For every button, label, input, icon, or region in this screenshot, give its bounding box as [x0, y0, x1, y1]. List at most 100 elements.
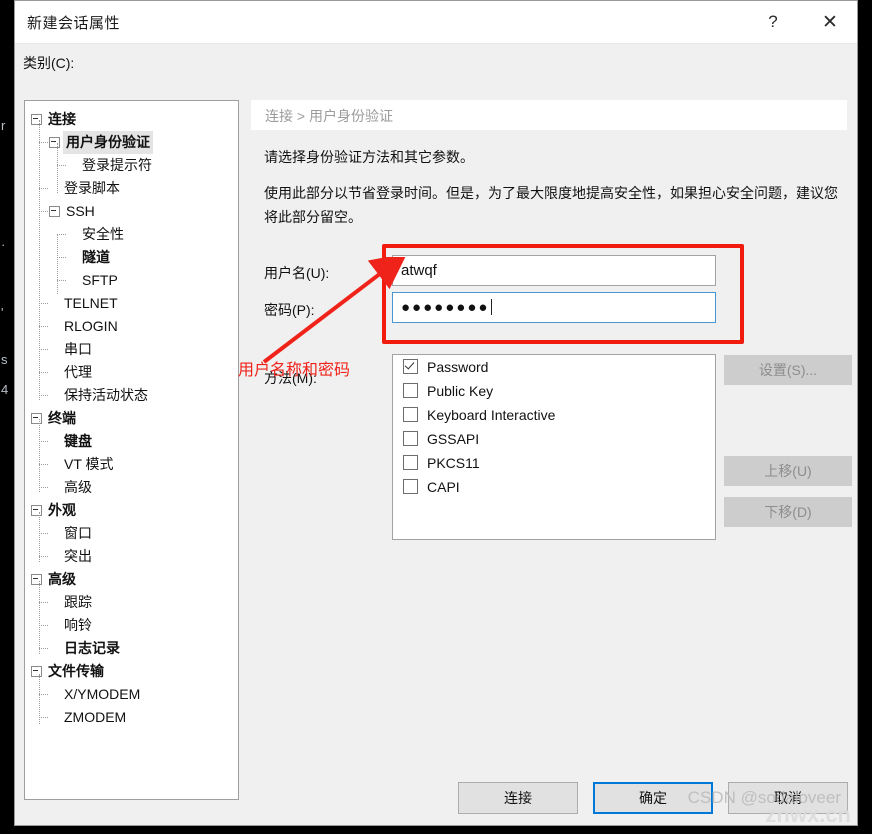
password-input[interactable]: ●●●●●●●● — [392, 292, 716, 323]
tree-guide-line — [57, 143, 58, 193]
tree-connector — [39, 441, 48, 442]
desktop-left-edge: r · ' s 4 — [0, 0, 14, 834]
auth-method-list[interactable]: Password Public Key Keyboard Interactive GS… — [392, 354, 716, 540]
tree-item[interactable]: 连接 — [25, 108, 238, 131]
password-label: 密码(P): — [264, 302, 315, 318]
checkbox-icon[interactable] — [403, 431, 418, 446]
auth-method-row[interactable]: Keyboard Interactive — [393, 403, 715, 427]
tree-expander-icon[interactable] — [31, 505, 42, 516]
tree-item[interactable]: 跟踪 — [25, 591, 238, 614]
tree-connector — [39, 533, 48, 534]
tree-item[interactable]: VT 模式 — [25, 453, 238, 476]
tree-item[interactable]: 外观 — [25, 499, 238, 522]
tree-item[interactable]: 文件传输 — [25, 660, 238, 683]
category-tree-panel[interactable]: 连接 用户身份验证 登录提示符 登录脚本 SSH 安全性 隧道 SFTP TELNET RLOGI… — [24, 100, 239, 800]
session-properties-dialog: 新建会话属性 ? ✕ 类别(C): 连接 用户身份验证 登录提示符 登录脚本 SSH 安全… — [14, 0, 858, 826]
tree-expander-icon[interactable] — [31, 413, 42, 424]
tree-item[interactable]: ZMODEM — [25, 706, 238, 729]
auth-method-label: GSSAPI — [427, 431, 480, 447]
tree-connector — [39, 326, 48, 327]
tree-expander-icon[interactable] — [31, 666, 42, 677]
tree-expander-icon[interactable] — [31, 114, 42, 125]
tree-item-label: ZMODEM — [64, 709, 127, 725]
tree-connector — [39, 372, 48, 373]
tree-item-label: 代理 — [64, 364, 92, 380]
tree-item-label: 登录脚本 — [64, 180, 120, 196]
tree-connector — [39, 694, 48, 695]
tree-item[interactable]: RLOGIN — [25, 315, 238, 338]
tree-item-label: 外观 — [48, 502, 76, 518]
tree-item[interactable]: 代理 — [25, 361, 238, 384]
tree-item-label: 安全性 — [82, 226, 124, 242]
tree-item[interactable]: 突出 — [25, 545, 238, 568]
tree-item-label: SSH — [66, 203, 95, 219]
tree-item[interactable]: 键盘 — [25, 430, 238, 453]
text-caret — [491, 299, 493, 315]
tree-item[interactable]: SSH — [25, 200, 238, 223]
tree-connector — [39, 648, 48, 649]
ok-button[interactable]: 确定 — [593, 782, 713, 814]
tree-guide-line — [39, 674, 40, 724]
username-input[interactable]: atwqf — [392, 255, 716, 286]
auth-method-row[interactable]: PKCS11 — [393, 451, 715, 475]
checkbox-icon[interactable] — [403, 359, 418, 374]
dialog-body: 类别(C): 连接 用户身份验证 登录提示符 登录脚本 SSH 安全性 隧道 SFTP TELN… — [15, 44, 857, 825]
tree-item[interactable]: 串口 — [25, 338, 238, 361]
tree-item-label: 用户身份验证 — [63, 131, 153, 154]
tree-item[interactable]: 终端 — [25, 407, 238, 430]
annotation-caption: 用户名称和密码 — [238, 362, 351, 379]
tree-item[interactable]: 日志记录 — [25, 637, 238, 660]
tree-item-label: 键盘 — [64, 433, 92, 449]
tree-connector — [39, 487, 48, 488]
tree-expander-icon[interactable] — [31, 574, 42, 585]
auth-method-row[interactable]: Public Key — [393, 379, 715, 403]
tree-item-label: 隧道 — [82, 249, 110, 265]
settings-button[interactable]: 设置(S)... — [724, 355, 852, 385]
tree-item-label: 响铃 — [64, 617, 92, 633]
close-icon[interactable]: ✕ — [807, 1, 853, 43]
checkbox-icon[interactable] — [403, 479, 418, 494]
tree-item[interactable]: 响铃 — [25, 614, 238, 637]
edge-text-fragment: 4 — [1, 382, 9, 397]
move-up-button[interactable]: 上移(U) — [724, 456, 852, 486]
connect-button[interactable]: 连接 — [458, 782, 578, 814]
help-icon[interactable]: ? — [750, 1, 796, 43]
tree-item-label: X/YMODEM — [64, 686, 141, 702]
tree-item[interactable]: 高级 — [25, 568, 238, 591]
auth-method-row[interactable]: GSSAPI — [393, 427, 715, 451]
tree-connector — [39, 349, 48, 350]
tree-guide-line — [39, 512, 40, 562]
move-down-button[interactable]: 下移(D) — [724, 497, 852, 527]
category-tree[interactable]: 连接 用户身份验证 登录提示符 登录脚本 SSH 安全性 隧道 SFTP TELNET RLOGI… — [25, 101, 238, 729]
auth-method-row[interactable]: Password — [393, 355, 715, 379]
description-line-1: 请选择身份验证方法和其它参数。 — [264, 149, 474, 165]
tree-connector — [39, 602, 48, 603]
tree-connector — [39, 211, 48, 212]
edge-text-fragment: ' — [1, 305, 4, 320]
cancel-button[interactable]: 取消 — [728, 782, 848, 814]
tree-connector — [39, 556, 48, 557]
tree-item[interactable]: X/YMODEM — [25, 683, 238, 706]
tree-item-label: VT 模式 — [64, 456, 114, 472]
tree-item[interactable]: TELNET — [25, 292, 238, 315]
tree-item-label: 保持活动状态 — [64, 387, 148, 403]
tree-guide-line — [39, 120, 40, 400]
tree-expander-icon[interactable] — [49, 137, 60, 148]
checkbox-icon[interactable] — [403, 407, 418, 422]
tree-item-label: 串口 — [64, 341, 92, 357]
auth-method-row[interactable]: CAPI — [393, 475, 715, 499]
tree-item[interactable]: 高级 — [25, 476, 238, 499]
window-title: 新建会话属性 — [27, 15, 121, 32]
tree-item-label: 突出 — [64, 548, 92, 564]
edge-text-fragment: · — [1, 237, 6, 252]
tree-item-label: 连接 — [48, 111, 76, 127]
tree-item[interactable]: 窗口 — [25, 522, 238, 545]
tree-guide-line — [39, 581, 40, 654]
checkbox-icon[interactable] — [403, 455, 418, 470]
tree-expander-icon[interactable] — [49, 206, 60, 217]
tree-item-label: 登录提示符 — [82, 157, 152, 173]
checkbox-icon[interactable] — [403, 383, 418, 398]
category-label: 类别(C): — [23, 55, 75, 71]
tree-item[interactable]: 保持活动状态 — [25, 384, 238, 407]
tree-item-label: 终端 — [48, 410, 76, 426]
